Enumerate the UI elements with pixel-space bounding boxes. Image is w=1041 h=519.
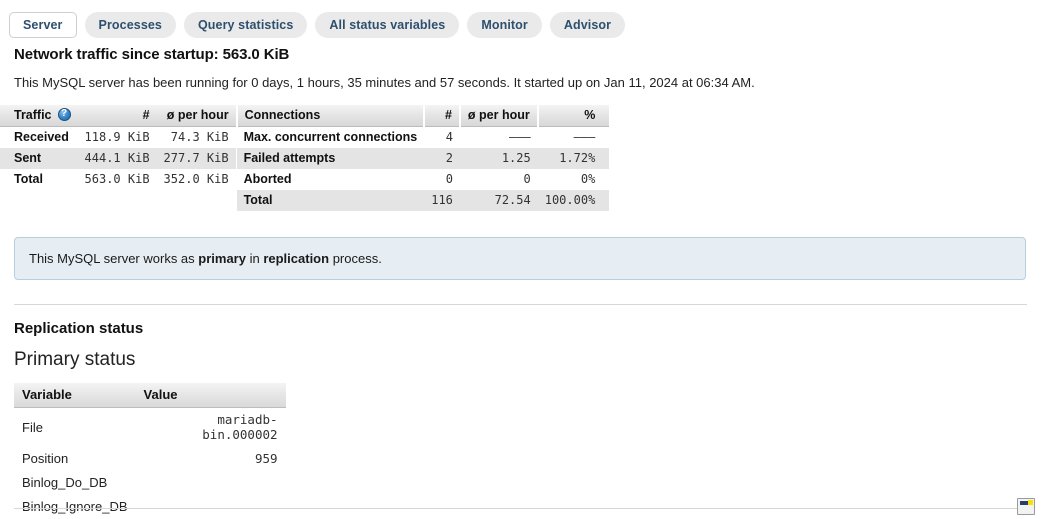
table-row: Total 563.0 KiB 352.0 KiB — [0, 169, 236, 190]
primary-status-heading: Primary status — [14, 349, 136, 370]
traffic-row-count — [77, 190, 157, 197]
table-row: Max. concurrent connections 4 ——— ——— — [236, 126, 610, 148]
tab-server[interactable]: Server — [9, 12, 77, 38]
connections-row-perhour: 1.25 — [459, 148, 538, 169]
table-row: Sent 444.1 KiB 277.7 KiB — [0, 148, 236, 169]
traffic-row-label: Total — [0, 169, 78, 190]
connections-row-label: Aborted — [236, 169, 425, 190]
connections-row-count: 2 — [424, 148, 460, 169]
primary-status-header-row: Variable Value — [14, 383, 286, 408]
tab-all-status-variables[interactable]: All status variables — [315, 12, 460, 38]
connections-row-perhour: 72.54 — [459, 190, 538, 211]
primary-value-cell: 959 — [135, 447, 286, 471]
traffic-row-label: Sent — [0, 148, 78, 169]
traffic-perhour-header: ø per hour — [156, 105, 236, 127]
traffic-table: Traffic # ø per hour Received 118.9 KiB … — [0, 105, 236, 197]
traffic-count-header: # — [77, 105, 157, 127]
table-row: Binlog_Do_DB — [14, 471, 286, 495]
table-row: Received 118.9 KiB 74.3 KiB — [0, 126, 236, 148]
console-window-icon[interactable] — [1017, 498, 1035, 515]
tab-advisor[interactable]: Advisor — [549, 12, 626, 38]
tab-monitor[interactable]: Monitor — [467, 12, 542, 38]
traffic-header-label: Traffic — [14, 108, 52, 122]
connections-row-count: 0 — [424, 169, 460, 190]
footer-divider — [14, 508, 1027, 509]
traffic-row-count: 444.1 KiB — [77, 148, 157, 169]
primary-variable-cell: File — [14, 407, 136, 447]
section-divider — [14, 304, 1027, 305]
connections-perhour-header: ø per hour — [458, 105, 538, 127]
traffic-row-perhour: 74.3 KiB — [156, 126, 236, 148]
notice-text-after: process. — [329, 251, 382, 266]
tab-query-statistics[interactable]: Query statistics — [183, 12, 308, 38]
replication-status-heading: Replication status — [14, 320, 144, 337]
connections-count-header: # — [423, 105, 460, 127]
primary-value-cell — [135, 471, 286, 495]
traffic-row-label — [0, 190, 78, 197]
primary-variable-header: Variable — [14, 383, 136, 408]
connections-col-header: Connections — [235, 105, 425, 127]
connections-row-perhour: ——— — [459, 126, 538, 148]
page-title: Network traffic since startup: 563.0 KiB — [14, 46, 290, 63]
notice-bold-replication: replication — [263, 251, 330, 266]
table-row: Position 959 — [14, 447, 286, 471]
connections-table-header-row: Connections # ø per hour % — [235, 105, 610, 127]
tab-processes[interactable]: Processes — [84, 12, 176, 38]
traffic-row-perhour: 352.0 KiB — [156, 169, 236, 190]
connections-row-perhour: 0 — [459, 169, 538, 190]
primary-variable-cell: Position — [14, 447, 136, 471]
server-status-page: Server Processes Query statistics All st… — [0, 0, 1041, 519]
table-row: Failed attempts 2 1.25 1.72% — [236, 148, 610, 169]
status-tabbar: Server Processes Query statistics All st… — [0, 0, 1041, 41]
traffic-col-header: Traffic — [0, 105, 78, 127]
connections-table: Connections # ø per hour % Max. concurre… — [235, 105, 610, 211]
table-row: Binlog_Ignore_DB — [14, 495, 286, 519]
replication-notice: This MySQL server works as primary in re… — [14, 237, 1026, 280]
notice-bold-primary: primary — [198, 251, 246, 266]
primary-status-table: Variable Value File mariadb-bin.000002 P… — [14, 383, 286, 519]
traffic-row-perhour: 277.7 KiB — [156, 148, 236, 169]
traffic-row-label: Received — [0, 126, 78, 148]
traffic-row-perhour — [156, 190, 236, 197]
connections-row-label: Max. concurrent connections — [236, 126, 425, 148]
table-row-spacer — [0, 190, 236, 197]
table-row: Total 116 72.54 100.00% — [236, 190, 610, 211]
traffic-row-count: 118.9 KiB — [77, 126, 157, 148]
notice-text-before: This MySQL server works as — [29, 251, 199, 266]
primary-variable-cell: Binlog_Do_DB — [14, 471, 136, 495]
help-circle-icon[interactable] — [57, 108, 71, 121]
primary-value-header: Value — [135, 383, 286, 408]
connections-row-label: Failed attempts — [236, 148, 425, 169]
notice-text-middle: in — [245, 251, 264, 266]
connections-row-percent: 1.72% — [537, 148, 610, 169]
primary-value-cell: mariadb-bin.000002 — [135, 407, 286, 447]
connections-row-percent: 0% — [537, 169, 610, 190]
connections-row-count: 116 — [424, 190, 460, 211]
connections-row-percent: ——— — [537, 126, 610, 148]
connections-row-count: 4 — [424, 126, 460, 148]
uptime-text: This MySQL server has been running for 0… — [14, 75, 755, 90]
primary-value-cell — [135, 495, 286, 519]
console-icon-badge — [1028, 500, 1033, 505]
status-tables: Traffic # ø per hour Received 118.9 KiB … — [0, 105, 1041, 211]
table-row: Aborted 0 0 0% — [236, 169, 610, 190]
connections-percent-header: % — [536, 105, 610, 127]
connections-row-percent: 100.00% — [537, 190, 610, 211]
primary-variable-cell: Binlog_Ignore_DB — [14, 495, 136, 519]
traffic-table-header-row: Traffic # ø per hour — [0, 105, 236, 127]
connections-row-label: Total — [236, 190, 425, 211]
traffic-row-count: 563.0 KiB — [77, 169, 157, 190]
table-row: File mariadb-bin.000002 — [14, 407, 286, 447]
